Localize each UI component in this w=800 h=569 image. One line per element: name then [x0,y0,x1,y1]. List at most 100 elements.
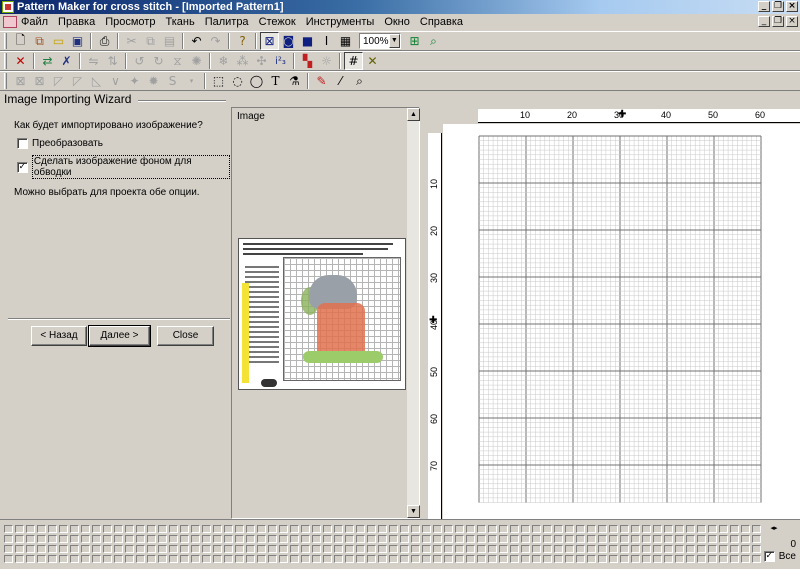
palette-cell[interactable] [598,525,607,533]
palette-cell[interactable] [202,545,211,553]
palette-cell[interactable] [653,535,662,543]
palette-cell[interactable] [246,535,255,543]
mirror-icon[interactable]: ⧖ [168,52,187,70]
palette-cell[interactable] [4,545,13,553]
palette-cell[interactable] [631,535,640,543]
menu-palette[interactable]: Палитра [200,14,254,30]
palette-cell[interactable] [202,555,211,563]
palette-cell[interactable] [235,535,244,543]
mdi-close-button[interactable]: × [786,16,798,27]
petite-stitch-icon[interactable]: ◺ [87,72,106,90]
palette-cell[interactable] [246,525,255,533]
palette-cell[interactable] [576,545,585,553]
palette-cell[interactable] [455,545,464,553]
palette-cell[interactable] [169,535,178,543]
document-icon[interactable] [3,16,17,28]
palette-cell[interactable] [290,525,299,533]
palette-cell[interactable] [499,535,508,543]
palette-cell[interactable] [301,555,310,563]
french-knot-icon[interactable]: ✹ [144,72,163,90]
palette-cell[interactable] [741,555,750,563]
palette-cell[interactable] [37,555,46,563]
palette-cell[interactable] [389,545,398,553]
palette-cell[interactable] [48,535,57,543]
palette-cell[interactable] [92,535,101,543]
palette-cell[interactable] [444,535,453,543]
palette-cell[interactable] [400,535,409,543]
palette-cell[interactable] [543,555,552,563]
stitch-count-icon[interactable]: ▦ [336,32,355,50]
palette-cell[interactable] [389,525,398,533]
chevron-down-icon[interactable]: ▼ [388,34,400,48]
palette-cell[interactable] [664,525,673,533]
palette-cell[interactable] [246,555,255,563]
palette-cell[interactable] [444,525,453,533]
magnifier-icon[interactable]: ⌕ [350,72,369,90]
print-icon[interactable]: ⎙ [95,32,114,50]
palette-cell[interactable] [499,545,508,553]
zoom-tool-icon[interactable]: ⌕ [424,32,443,50]
palette-cell[interactable] [125,535,134,543]
snowflake-icon[interactable]: ❄ [214,52,233,70]
palette-cell[interactable] [554,535,563,543]
palette-cell[interactable] [653,525,662,533]
palette-cell[interactable] [70,545,79,553]
palette-cell[interactable] [642,555,651,563]
palette-cell[interactable] [422,525,431,533]
palette-cell[interactable] [334,555,343,563]
palette-cell[interactable] [719,555,728,563]
palette-cell[interactable] [59,545,68,553]
palette-cell[interactable] [752,545,761,553]
palette-cell[interactable] [719,535,728,543]
palette-cell[interactable] [70,525,79,533]
palette-cell[interactable] [26,555,35,563]
palette-cell[interactable] [752,535,761,543]
palette-cell[interactable] [158,525,167,533]
palette-cell[interactable] [213,525,222,533]
palette-cell[interactable] [169,555,178,563]
palette-cell[interactable] [532,535,541,543]
palette-cell[interactable] [708,525,717,533]
star-stitch-icon[interactable]: ✦ [125,72,144,90]
center-marker-icon[interactable]: ✚ [618,109,626,120]
text-cursor-icon[interactable]: I [317,32,336,50]
palette-cell[interactable] [136,555,145,563]
palette-cell[interactable] [191,555,200,563]
palette-cell[interactable] [92,525,101,533]
palette-cell[interactable] [334,545,343,553]
palette-cell[interactable] [323,545,332,553]
palette-cell[interactable] [15,535,24,543]
palette-cell[interactable] [620,555,629,563]
undo-icon[interactable]: ↶ [187,32,206,50]
rotate-left-icon[interactable]: ↺ [130,52,149,70]
palette-cell[interactable] [543,545,552,553]
redo-icon[interactable]: ↷ [206,32,225,50]
palette-cell[interactable] [191,545,200,553]
mdi-minimize-button[interactable]: _ [758,16,770,27]
palette-cell[interactable] [213,535,222,543]
palette-cell[interactable] [15,555,24,563]
palette-cell[interactable] [334,525,343,533]
back-button[interactable]: < Назад [31,326,87,346]
palette-cell[interactable] [510,525,519,533]
toolbar-grip[interactable] [4,73,7,89]
palette-cell[interactable] [719,525,728,533]
palette-cell[interactable] [466,555,475,563]
palette-cell[interactable] [191,535,200,543]
palette-cell[interactable] [169,545,178,553]
palette-cell[interactable] [609,545,618,553]
palette-cell[interactable] [345,525,354,533]
palette-cell[interactable] [554,555,563,563]
scroll-up-icon[interactable]: ▲ [407,108,420,121]
palette-cell[interactable] [136,535,145,543]
palette-cell[interactable] [114,555,123,563]
palette-cell[interactable] [147,555,156,563]
palette-cell[interactable] [213,545,222,553]
palette-cell[interactable] [730,555,739,563]
palette-cell[interactable] [532,555,541,563]
palette-cell[interactable] [521,535,530,543]
palette-cell[interactable] [708,545,717,553]
palette-cell[interactable] [81,535,90,543]
palette-cell[interactable] [543,535,552,543]
palette-cell[interactable] [675,535,684,543]
